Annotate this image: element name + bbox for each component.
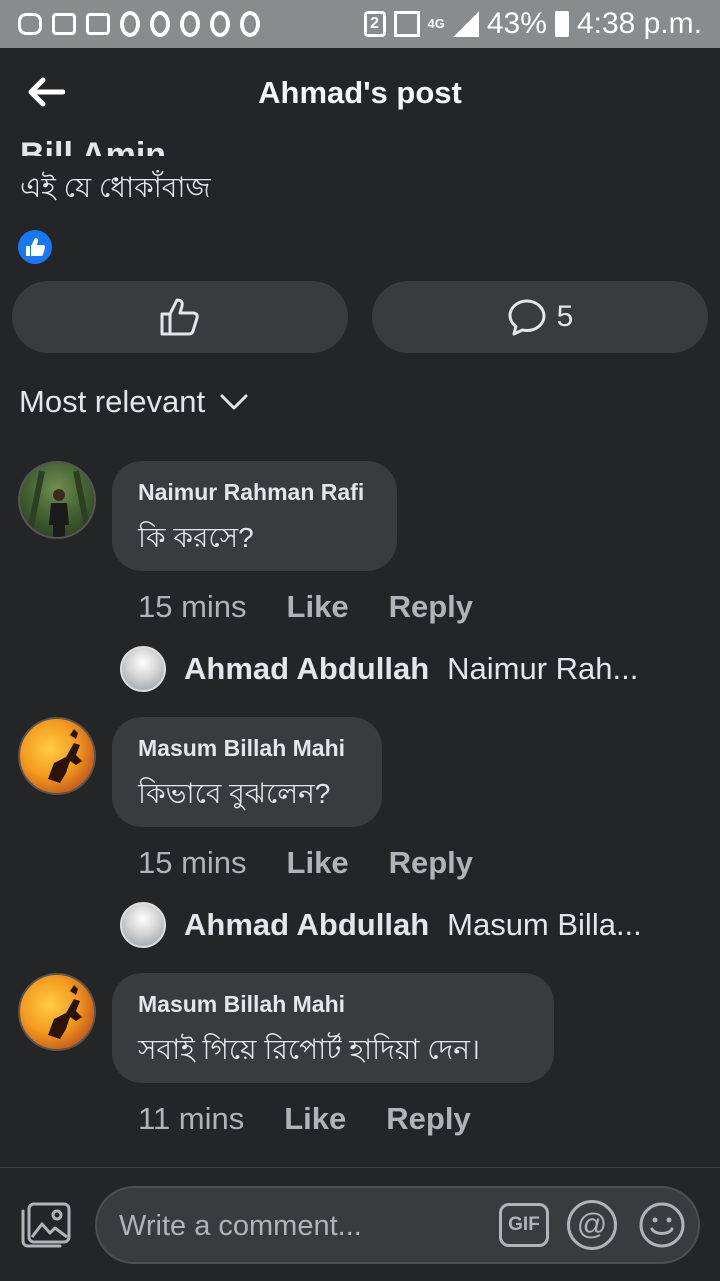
photo-icon: [21, 1202, 71, 1248]
horse-rider-icon: [48, 729, 82, 783]
back-arrow-icon: [28, 77, 65, 107]
avatar[interactable]: [18, 717, 96, 795]
notification-icons: [18, 11, 260, 37]
app-notification-icon: [210, 11, 230, 37]
network-type: 4G: [427, 16, 445, 31]
message-icon: [18, 13, 42, 35]
like-link[interactable]: Like: [284, 1101, 346, 1137]
comment-meta: 11 mins Like Reply: [138, 1101, 471, 1137]
comment-text: কিভাবে বুঝলেন?: [138, 778, 331, 809]
gif-button[interactable]: GIF: [499, 1203, 549, 1247]
reply-preview-text: Masum Billa...: [447, 907, 642, 942]
signal-icon: [452, 11, 479, 37]
reply-author: Ahmad Abdullah: [184, 651, 430, 686]
like-reaction-icon[interactable]: [18, 230, 52, 264]
sim-slot-icon: 2: [363, 11, 386, 37]
app-notification-icon: [150, 11, 170, 37]
comment-time: 15 mins: [138, 589, 247, 624]
comment-time: 15 mins: [138, 845, 247, 880]
reply-preview-text: Naimur Rah...: [447, 651, 639, 686]
reply-avatar: [120, 646, 166, 692]
like-button[interactable]: [12, 281, 348, 353]
reply-preview[interactable]: Ahmad Abdullah Naimur Rah...: [120, 646, 638, 692]
sort-dropdown[interactable]: Most relevant: [19, 384, 249, 420]
recycle-icon: [86, 13, 110, 35]
reply-avatar: [120, 902, 166, 948]
reply-link[interactable]: Reply: [389, 589, 473, 625]
status-right: 2 4G 43% 4:38 p.m.: [363, 7, 702, 41]
comment-author[interactable]: Masum Billah Mahi: [138, 735, 356, 762]
battery-percent: 43%: [486, 7, 547, 40]
avatar[interactable]: [18, 973, 96, 1051]
comment-meta: 15 mins Like Reply: [138, 589, 473, 625]
comment-count: 5: [556, 300, 574, 333]
thumbs-up-outline-icon: [160, 298, 199, 336]
page-title: Ahmad's post: [258, 75, 462, 110]
status-bar: 2 4G 43% 4:38 p.m.: [0, 0, 720, 48]
comment-author[interactable]: Naimur Rahman Rafi: [138, 479, 371, 506]
comment-author[interactable]: Masum Billah Mahi: [138, 991, 528, 1018]
like-link[interactable]: Like: [287, 589, 349, 625]
image-icon: [52, 13, 76, 35]
comment-input[interactable]: [117, 1198, 481, 1254]
clock: 4:38 p.m.: [576, 7, 702, 40]
back-button[interactable]: [26, 74, 66, 110]
comment-text: কি করসে?: [138, 522, 254, 553]
post-author[interactable]: Bill Amin: [20, 126, 166, 156]
comment-input-box: GIF @: [95, 1186, 700, 1264]
comment-icon: [508, 299, 546, 336]
reply-preview[interactable]: Ahmad Abdullah Masum Billa...: [120, 902, 642, 948]
thumbs-up-icon: [26, 238, 46, 256]
comment-button[interactable]: 5: [372, 281, 708, 353]
horse-rider-icon: [48, 985, 82, 1039]
mention-button[interactable]: @: [567, 1200, 617, 1250]
post-text: এই যে ধোকাঁবাজ: [20, 172, 211, 203]
photo-button[interactable]: [20, 1201, 72, 1249]
comment-bubble[interactable]: Naimur Rahman Rafi কি করসে?: [112, 461, 397, 571]
reply-author: Ahmad Abdullah: [184, 907, 430, 942]
app-notification-icon: [120, 11, 140, 37]
comment-text: সবাই গিয়ে রিপোর্ট হাদিয়া দেন।: [138, 1034, 480, 1065]
comment-bubble[interactable]: Masum Billah Mahi কিভাবে বুঝলেন?: [112, 717, 382, 827]
battery-icon: [554, 11, 569, 37]
top-bar: Ahmad's post: [0, 48, 720, 138]
comment-meta: 15 mins Like Reply: [138, 845, 473, 881]
comment-composer: GIF @: [0, 1167, 720, 1281]
person-photo-icon: [25, 470, 93, 537]
reply-link[interactable]: Reply: [389, 845, 473, 881]
reply-link[interactable]: Reply: [386, 1101, 470, 1137]
emoji-icon: [639, 1202, 685, 1248]
comment-bubble[interactable]: Masum Billah Mahi সবাই গিয়ে রিপোর্ট হাদ…: [112, 973, 554, 1083]
like-link[interactable]: Like: [287, 845, 349, 881]
app-notification-icon: [240, 11, 260, 37]
sort-label: Most relevant: [19, 384, 206, 419]
signal-icon: [393, 11, 420, 37]
avatar[interactable]: [18, 461, 96, 539]
chevron-down-icon: [220, 394, 248, 410]
app-notification-icon: [180, 11, 200, 37]
comment-time: 11 mins: [138, 1101, 245, 1136]
emoji-button[interactable]: [637, 1200, 687, 1250]
